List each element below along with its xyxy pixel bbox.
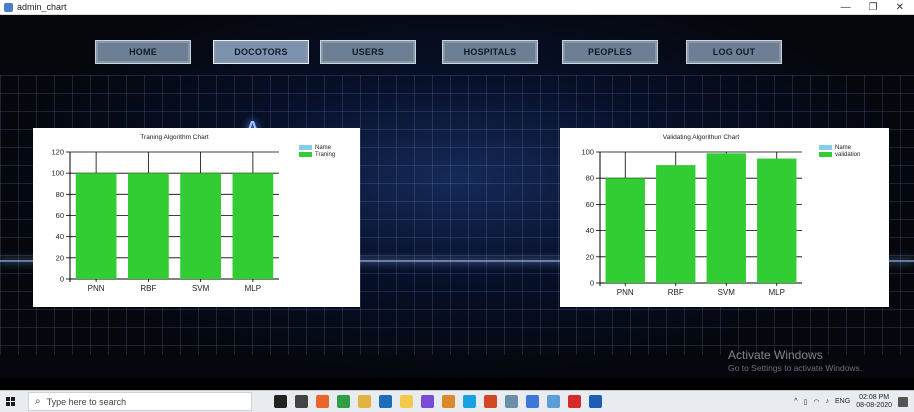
training-chart: Traning Algorithm Chart 0 20 40 60 80 100 120 PN…: [51, 134, 335, 293]
clock-date: 08-08-2020: [856, 401, 892, 409]
taskbar-pinned-apps: [274, 395, 602, 408]
window-title: admin_chart: [17, 2, 67, 12]
legend-label: Name: [315, 145, 332, 151]
x-tick-label: SVM: [718, 288, 736, 297]
x-tick-label: PNN: [88, 284, 105, 293]
nav-users-button[interactable]: USERS: [320, 40, 416, 64]
x-tick-label: RBF: [140, 284, 156, 293]
x-tick-label: PNN: [617, 288, 634, 297]
link-icon[interactable]: [526, 395, 539, 408]
legend-swatch: [299, 145, 312, 150]
acrobat-icon[interactable]: [568, 395, 581, 408]
y-tick-label: 80: [586, 174, 594, 183]
active-window-icon[interactable]: [589, 395, 602, 408]
volume-icon[interactable]: ♪: [826, 398, 830, 405]
y-tick-label: 0: [590, 279, 594, 288]
y-tick-label: 20: [56, 253, 64, 262]
nav-logout-button[interactable]: LOG OUT: [686, 40, 782, 64]
clock-time: 02:08 PM: [859, 393, 890, 401]
bar-svm: [180, 173, 222, 279]
cortana-icon[interactable]: [274, 395, 287, 408]
sticky-notes-icon[interactable]: [400, 395, 413, 408]
app-icon[interactable]: [442, 395, 455, 408]
close-button[interactable]: ✕: [896, 2, 904, 13]
legend-label: Name: [835, 145, 852, 151]
y-tick-label: 60: [586, 200, 594, 209]
legend-swatch: [299, 152, 312, 157]
app-icon: [4, 2, 13, 12]
x-tick-label: MLP: [769, 288, 785, 297]
language-indicator[interactable]: ENG: [835, 398, 850, 405]
bar-rbf: [656, 165, 696, 283]
visual-studio-icon[interactable]: [421, 395, 434, 408]
search-icon: ⌕: [35, 396, 41, 407]
x-tick-label: SVM: [192, 284, 210, 293]
file-explorer-icon[interactable]: [358, 395, 371, 408]
y-tick-label: 120: [51, 148, 64, 157]
validating-chart-panel: Validating Algorithun Chart 0 20 40 60 80 100 P…: [560, 128, 889, 307]
taskbar: ⌕ Type here to search ^ ▯ ◠ ♪ ENG 02:08 …: [0, 390, 914, 412]
y-tick-label: 0: [60, 275, 64, 284]
minimize-button[interactable]: —: [841, 2, 851, 13]
chrome-icon[interactable]: [337, 395, 350, 408]
bar-pnn: [605, 178, 645, 283]
taskbar-search-box[interactable]: ⌕ Type here to search: [28, 392, 252, 411]
notification-center-icon[interactable]: [898, 396, 908, 407]
nav-home-button[interactable]: HOME: [95, 40, 191, 64]
window-title-bar: admin_chart — ❐ ✕: [0, 0, 914, 15]
bar-mlp: [757, 158, 797, 283]
app-client-area: A HOME DOCOTORS USERS HOSPITALS PEOPLES …: [0, 15, 914, 378]
y-tick-label: 100: [51, 169, 64, 178]
legend-swatch: [819, 145, 832, 150]
nav-doctors-button[interactable]: DOCOTORS: [213, 40, 309, 64]
bar-mlp: [232, 173, 274, 279]
chart-title: Traning Algorithm Chart: [140, 134, 209, 141]
tools-icon[interactable]: [547, 395, 560, 408]
y-tick-label: 100: [581, 148, 594, 157]
y-tick-label: 60: [56, 211, 64, 220]
bar-rbf: [127, 173, 169, 279]
start-button[interactable]: [0, 391, 20, 412]
x-tick-label: RBF: [668, 288, 684, 297]
chart-title: Validating Algorithun Chart: [663, 134, 740, 141]
bar-svm: [706, 153, 746, 283]
legend-label: Traning: [315, 152, 335, 158]
edge-icon[interactable]: [379, 395, 392, 408]
task-view-icon[interactable]: [295, 395, 308, 408]
legend-label: validation: [835, 152, 860, 158]
nav-hospitals-button[interactable]: HOSPITALS: [442, 40, 538, 64]
bar-pnn: [75, 173, 117, 279]
tray-chevron-icon[interactable]: ^: [794, 398, 797, 405]
y-tick-label: 40: [586, 226, 594, 235]
window-controls: — ❐ ✕: [841, 2, 914, 13]
y-tick-label: 80: [56, 190, 64, 199]
paint-icon[interactable]: [505, 395, 518, 408]
x-tick-label: MLP: [245, 284, 261, 293]
activate-windows-title: Activate Windows: [728, 348, 823, 362]
restore-button[interactable]: ❐: [869, 2, 878, 13]
search-placeholder: Type here to search: [46, 396, 127, 407]
nav-peoples-button[interactable]: PEOPLES: [562, 40, 658, 64]
windows-logo-icon: [5, 397, 15, 406]
main-nav: HOME DOCOTORS USERS HOSPITALS PEOPLES LO…: [0, 40, 914, 64]
wifi-icon[interactable]: ◠: [813, 398, 819, 406]
y-tick-label: 40: [56, 232, 64, 241]
battery-icon[interactable]: ▯: [804, 398, 808, 406]
system-tray: ^ ▯ ◠ ♪ ENG 02:08 PM 08-08-2020: [794, 394, 914, 410]
clock[interactable]: 02:08 PM 08-08-2020: [856, 394, 892, 410]
powerpoint-icon[interactable]: [484, 395, 497, 408]
skype-icon[interactable]: [463, 395, 476, 408]
legend-swatch: [819, 152, 832, 157]
validating-chart: Validating Algorithun Chart 0 20 40 60 80 100 P…: [581, 134, 860, 297]
training-chart-panel: Traning Algorithm Chart 0 20 40 60 80 100 120 PN…: [33, 128, 360, 307]
y-tick-label: 20: [586, 252, 594, 261]
activate-windows-subtitle: Go to Settings to activate Windows.: [728, 363, 863, 373]
firefox-icon[interactable]: [316, 395, 329, 408]
